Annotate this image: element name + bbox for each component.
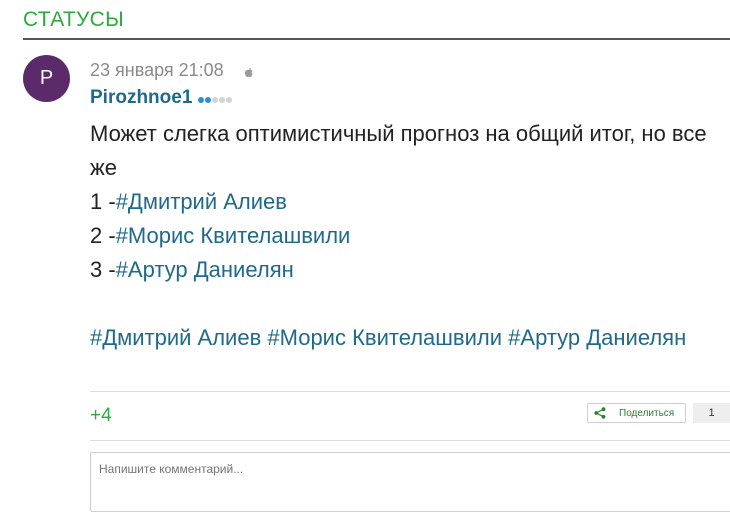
list-number: 2 - [90,223,116,248]
hashtag-link[interactable]: #Морис Квителашвили [116,223,351,248]
section-divider [23,38,730,40]
apple-icon [245,68,253,77]
hashtag-line: #Дмитрий Алиев #Морис Квителашвили #Арту… [90,321,730,355]
list-item: 2 -#Морис Квителашвили [90,219,730,253]
avatar[interactable]: P [23,55,70,102]
plus-count[interactable]: +4 [90,405,112,427]
list-item: 3 -#Артур Даниелян [90,253,730,287]
list-item: 1 -#Дмитрий Алиев [90,185,730,219]
rank-dot [219,97,225,103]
author-name[interactable]: Pirozhnoe1 [90,87,192,109]
share-count: 1 [693,403,730,423]
rank-dot [198,97,204,103]
post-text: Может слегка оптимистичный прогноз на об… [90,121,707,180]
share-button[interactable]: Поделиться [587,403,686,423]
comment-input[interactable] [90,452,730,512]
list-number: 1 - [90,189,116,214]
rank-dot [212,97,218,103]
list-number: 3 - [90,257,116,282]
post-date: 23 января 21:08 [90,60,224,80]
divider [90,391,730,392]
hashtag-link[interactable]: #Дмитрий Алиев [116,189,287,214]
rank-dot [226,97,232,103]
rank-dot [205,97,211,103]
hashtag-link[interactable]: #Морис Квителашвили [267,325,502,350]
divider [90,440,730,441]
hashtag-link[interactable]: #Артур Даниелян [508,325,686,350]
hashtag-link[interactable]: #Дмитрий Алиев [90,325,261,350]
share-label: Поделиться [619,407,675,419]
hashtag-link[interactable]: #Артур Даниелян [116,257,294,282]
user-rank [198,97,232,104]
post-body: Может слегка оптимистичный прогноз на об… [90,117,730,355]
share-icon [594,407,606,419]
section-title: СТАТУСЫ [23,8,124,31]
